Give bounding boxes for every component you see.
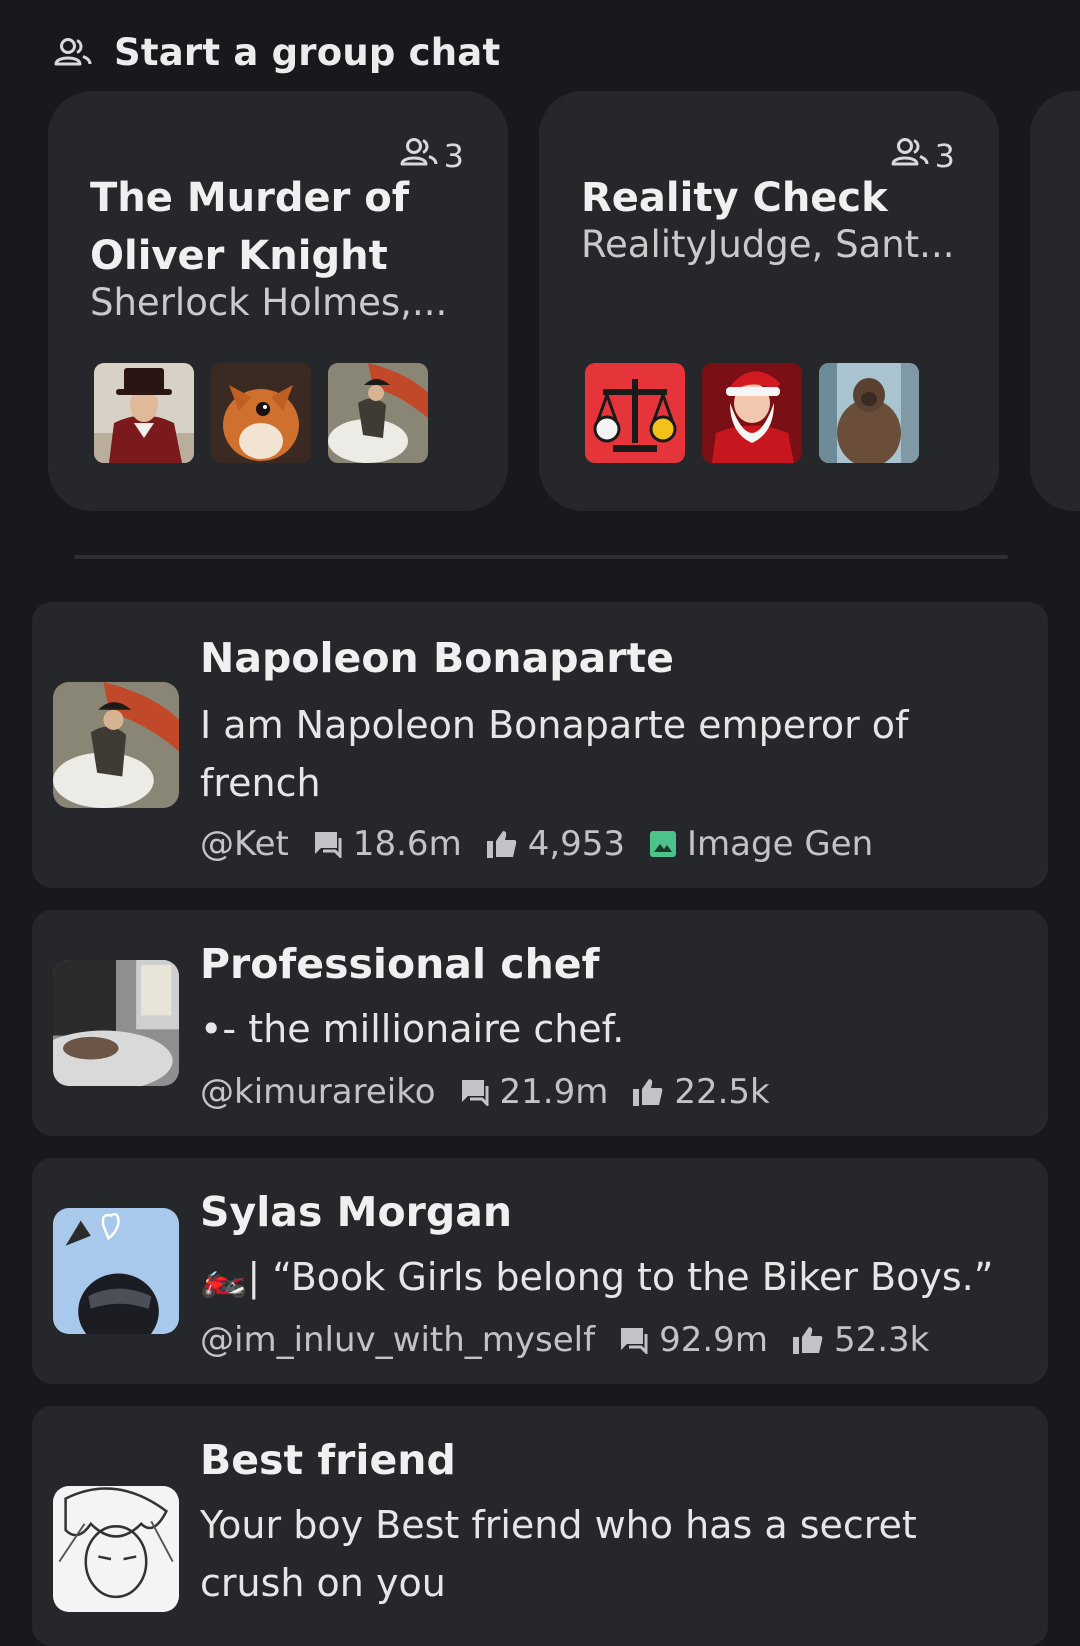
squirrel-avatar <box>211 363 311 463</box>
creator-handle[interactable]: @im_inluv_with_myself <box>200 1320 595 1360</box>
section-title: Start a group chat <box>114 30 501 74</box>
group-chat-title: The Murder of Oliver Knight <box>90 175 410 279</box>
character-name: Sylas Morgan <box>200 1188 513 1236</box>
member-count-value: 3 <box>934 137 955 175</box>
like-count: 4,953 <box>486 824 625 864</box>
group-chat-title: Reality Check <box>581 175 888 221</box>
group-avatars <box>94 363 428 463</box>
chat-count: 18.6m <box>313 824 462 864</box>
thumbs-up-icon <box>792 1325 824 1355</box>
image-icon <box>649 830 677 858</box>
creator-handle[interactable]: @kimurareiko <box>200 1072 436 1112</box>
character-description: I am Napoleon Bonaparte emperor of frenc… <box>200 703 909 805</box>
bigfoot-avatar <box>819 363 919 463</box>
group-chat-header: Start a group chat <box>54 26 500 78</box>
sherlock-holmes-avatar <box>94 363 194 463</box>
creator-handle[interactable]: @Ket <box>200 824 289 864</box>
character-card[interactable]: Sylas Morgan 🏍️| “Book Girls belong to t… <box>32 1158 1048 1384</box>
like-count: 22.5k <box>632 1072 770 1112</box>
character-name: Professional chef <box>200 940 600 988</box>
santa-avatar <box>702 363 802 463</box>
character-description: 🏍️| “Book Girls belong to the Biker Boys… <box>200 1255 994 1299</box>
napoleon-avatar <box>53 682 179 808</box>
group-chat-card[interactable]: 3 Reality Check RealityJudge, Sant... <box>539 91 999 511</box>
character-name: Napoleon Bonaparte <box>200 634 674 682</box>
professional-chef-avatar <box>53 960 179 1086</box>
character-name: Best friend <box>200 1436 456 1484</box>
character-card[interactable]: Professional chef •- the millionaire che… <box>32 910 1048 1136</box>
chat-bubble-icon <box>313 830 343 858</box>
group-chat-carousel[interactable]: 3 The Murder of Oliver Knight Sherlock H… <box>48 91 1080 511</box>
group-chat-members: RealityJudge, Sant... <box>581 223 955 266</box>
character-meta: @Ket 18.6m 4,953 Image Gen <box>200 824 897 864</box>
character-description: Your boy Best friend who has a secret cr… <box>200 1503 917 1605</box>
character-card[interactable]: Napoleon Bonaparte I am Napoleon Bonapar… <box>32 602 1048 888</box>
character-meta: @im_inluv_with_myself 92.9m 52.3k <box>200 1320 953 1360</box>
chat-bubble-icon <box>460 1078 490 1106</box>
character-meta: @kimurareiko 21.9m 22.5k <box>200 1072 794 1112</box>
napoleon-avatar <box>328 363 428 463</box>
group-avatars <box>585 363 919 463</box>
sylas-morgan-avatar <box>53 1208 179 1334</box>
people-outline-icon <box>54 37 92 67</box>
thumbs-up-icon <box>486 829 518 859</box>
scales-avatar <box>585 363 685 463</box>
group-chat-members: Sherlock Holmes,... <box>90 281 448 324</box>
thumbs-up-icon <box>632 1077 664 1107</box>
group-chat-card[interactable]: 3 The Murder of Oliver Knight Sherlock H… <box>48 91 508 511</box>
best-friend-avatar <box>53 1486 179 1612</box>
like-count: 52.3k <box>792 1320 929 1360</box>
character-card[interactable]: Best friend Your boy Best friend who has… <box>32 1406 1048 1646</box>
chat-count: 92.9m <box>619 1320 768 1360</box>
chat-bubble-icon <box>619 1326 649 1354</box>
chat-count: 21.9m <box>460 1072 608 1112</box>
group-chat-card-partial[interactable] <box>1030 91 1080 511</box>
member-count-value: 3 <box>443 137 464 175</box>
image-gen-badge: Image Gen <box>649 824 873 864</box>
character-description: •- the millionaire chef. <box>200 1007 625 1051</box>
section-divider <box>74 555 1008 559</box>
